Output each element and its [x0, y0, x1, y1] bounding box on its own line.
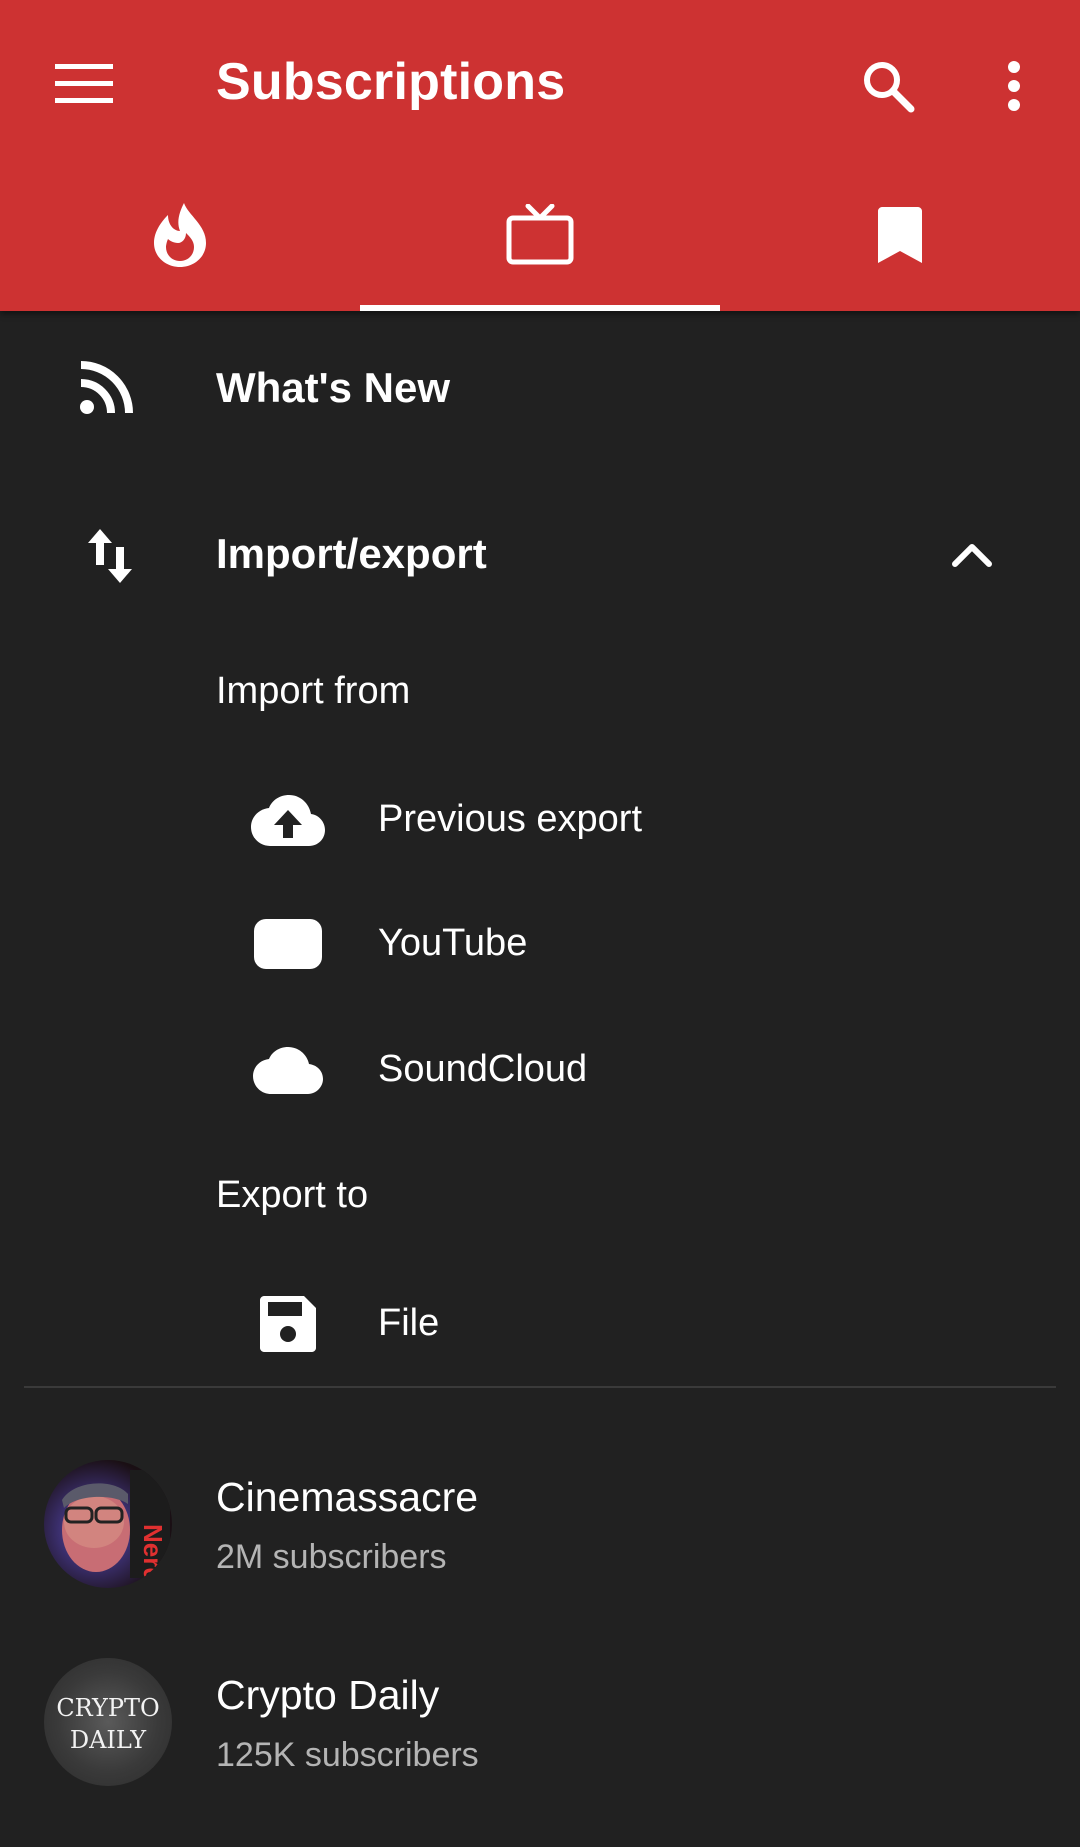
chevron-up-icon[interactable] — [950, 536, 994, 572]
hamburger-menu-icon[interactable] — [40, 46, 128, 122]
trending-fire-icon — [154, 202, 206, 267]
export-to-label: Export to — [216, 1174, 369, 1216]
avatar-logo-text-bottom: DAILY — [70, 1726, 147, 1754]
import-soundcloud-item[interactable]: SoundCloud — [0, 1030, 1080, 1110]
app-bar: Subscriptions — [0, 0, 1080, 311]
tab-subscriptions[interactable] — [360, 180, 720, 311]
youtube-label: YouTube — [378, 922, 528, 964]
import-export-header[interactable]: Import/export — [0, 510, 1080, 600]
cloud-upload-icon — [250, 790, 326, 850]
tab-bookmarks[interactable] — [720, 180, 1080, 311]
soundcloud-label: SoundCloud — [378, 1048, 588, 1090]
avatar-logo-text-top: CRYPTO — [56, 1694, 159, 1722]
rss-feed-icon — [78, 360, 134, 416]
bookmark-icon — [878, 206, 922, 263]
tv-icon — [506, 203, 574, 264]
channel-list-item[interactable]: CRYPTO DAILY Crypto Daily 125K subscribe… — [0, 1654, 1080, 1794]
avatar-logo-text: Nerd — [138, 1524, 168, 1583]
file-label: File — [378, 1302, 440, 1344]
page-title: Subscriptions — [216, 53, 566, 111]
more-vertical-icon[interactable] — [988, 44, 1040, 128]
channel-name: Crypto Daily — [216, 1672, 440, 1718]
avatar: CRYPTO DAILY — [44, 1658, 172, 1786]
import-export-label: Import/export — [216, 530, 487, 577]
save-disk-icon — [256, 1294, 320, 1354]
soundcloud-cloud-icon — [252, 1044, 324, 1096]
channel-subscriber-count: 125K subscribers — [216, 1736, 479, 1774]
tab-trending[interactable] — [0, 180, 360, 311]
youtube-icon — [252, 918, 324, 970]
import-previous-export-item[interactable]: Previous export — [0, 780, 1080, 860]
channel-name: Cinemassacre — [216, 1474, 479, 1520]
import-from-label: Import from — [216, 670, 411, 712]
whats-new-label: What's New — [216, 364, 451, 411]
import-export-arrows-icon — [82, 526, 138, 586]
tab-bar — [0, 180, 1080, 311]
import-youtube-item[interactable]: YouTube — [0, 904, 1080, 984]
divider — [24, 1386, 1056, 1388]
channel-list-item[interactable]: Nerd Cinemassacre 2M subscribers — [0, 1456, 1080, 1596]
whats-new-item[interactable]: What's New — [0, 346, 1080, 430]
export-file-item[interactable]: File — [0, 1284, 1080, 1364]
avatar: Nerd — [44, 1460, 172, 1588]
search-icon[interactable] — [846, 44, 930, 128]
previous-export-label: Previous export — [378, 798, 643, 840]
channel-subscriber-count: 2M subscribers — [216, 1538, 447, 1576]
